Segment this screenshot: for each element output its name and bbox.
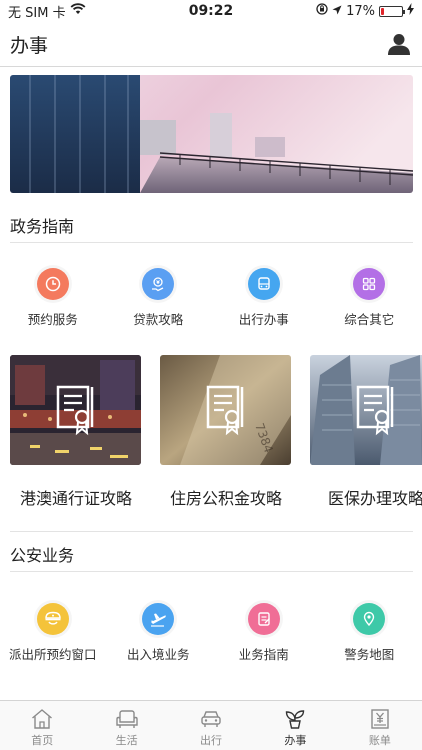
user-profile-button[interactable] — [386, 31, 412, 57]
grid-icon — [353, 268, 386, 300]
card-title: 港澳通行证攻略 — [20, 489, 133, 508]
orientation-lock-icon — [316, 3, 328, 19]
police-item-guide[interactable]: 业务指南 — [211, 603, 317, 663]
certificate-icon — [356, 385, 394, 436]
gov-guide-grid: 预约服务 贷款攻略 出行办事 综合其它 — [0, 268, 422, 328]
police-cap-icon — [36, 603, 69, 635]
gov-item-loan[interactable]: 贷款攻略 — [106, 268, 212, 328]
police-item-label: 出入境业务 — [126, 647, 190, 662]
police-grid: 派出所预约窗口 出入境业务 业务指南 警务地图 — [0, 603, 422, 663]
tab-affairs[interactable]: 办事 — [253, 701, 337, 750]
home-icon — [32, 709, 53, 729]
gov-item-label: 综合其它 — [344, 312, 395, 327]
tab-label: 账单 — [368, 734, 391, 747]
gov-item-label: 贷款攻略 — [133, 312, 184, 327]
bottom-tab-bar: 首页 生活 出行 办事 账单 — [0, 700, 422, 750]
charging-bolt-icon — [407, 3, 414, 19]
guide-card-hk-macau[interactable] — [10, 355, 141, 465]
tab-label: 生活 — [115, 734, 138, 747]
divider — [10, 531, 413, 532]
certificate-icon — [206, 385, 244, 436]
airplane-icon — [142, 603, 175, 635]
police-item-station-booking[interactable]: 派出所预约窗口 — [0, 603, 106, 663]
tab-home[interactable]: 首页 — [0, 701, 84, 750]
user-icon — [388, 34, 410, 55]
battery-icon — [379, 5, 405, 17]
bill-icon — [371, 709, 389, 729]
banner-image — [10, 75, 413, 193]
clock-icon — [36, 268, 69, 300]
sprout-icon — [286, 710, 305, 729]
police-item-map[interactable]: 警务地图 — [317, 603, 422, 663]
police-item-label: 业务指南 — [238, 647, 289, 662]
tab-label: 首页 — [31, 734, 54, 747]
promo-banner[interactable] — [10, 75, 413, 193]
guide-cards-carousel[interactable]: 港澳通行证攻略 7384 住房公积金攻略 医保办理攻略 — [0, 355, 422, 515]
gov-item-travel[interactable]: 出行办事 — [211, 268, 317, 328]
tab-bills[interactable]: 账单 — [338, 701, 422, 750]
police-item-immigration[interactable]: 出入境业务 — [106, 603, 212, 663]
guide-card-medical-insurance[interactable] — [310, 355, 422, 465]
tab-travel[interactable]: 出行 — [169, 701, 253, 750]
divider — [10, 571, 413, 572]
card-title: 医保办理攻略 — [328, 489, 422, 508]
nav-header: 办事 — [0, 22, 422, 67]
police-section-title: 公安业务 — [10, 546, 75, 565]
police-item-label: 警务地图 — [344, 647, 395, 662]
bus-icon — [247, 268, 280, 300]
gov-item-label: 预约服务 — [27, 312, 78, 327]
card-title: 住房公积金攻略 — [170, 489, 283, 508]
gov-item-other[interactable]: 综合其它 — [317, 268, 422, 328]
location-arrow-icon — [332, 4, 342, 19]
tab-life[interactable]: 生活 — [84, 701, 168, 750]
battery-percent: 17% — [346, 3, 375, 19]
tab-label: 办事 — [284, 734, 307, 747]
car-icon — [201, 711, 221, 727]
money-hand-icon — [142, 268, 175, 300]
tab-label: 出行 — [200, 734, 223, 747]
status-bar: 无 SIM 卡 09:22 17% — [0, 0, 422, 22]
guide-card-housing-fund[interactable]: 7384 — [160, 355, 291, 465]
card-image — [10, 355, 141, 465]
wifi-icon — [70, 3, 86, 19]
gov-item-appointment[interactable]: 预约服务 — [0, 268, 106, 328]
gov-item-label: 出行办事 — [238, 312, 289, 327]
card-image: 7384 — [160, 355, 291, 465]
map-pin-icon — [353, 603, 386, 635]
document-icon — [247, 603, 280, 635]
gov-guide-title: 政务指南 — [10, 217, 75, 236]
police-item-label: 派出所预约窗口 — [8, 647, 97, 662]
carrier-label: 无 SIM 卡 — [8, 5, 66, 21]
sofa-icon — [115, 710, 138, 728]
page-title: 办事 — [10, 34, 49, 57]
divider — [10, 242, 413, 243]
card-image — [310, 355, 422, 465]
certificate-icon — [56, 385, 94, 436]
